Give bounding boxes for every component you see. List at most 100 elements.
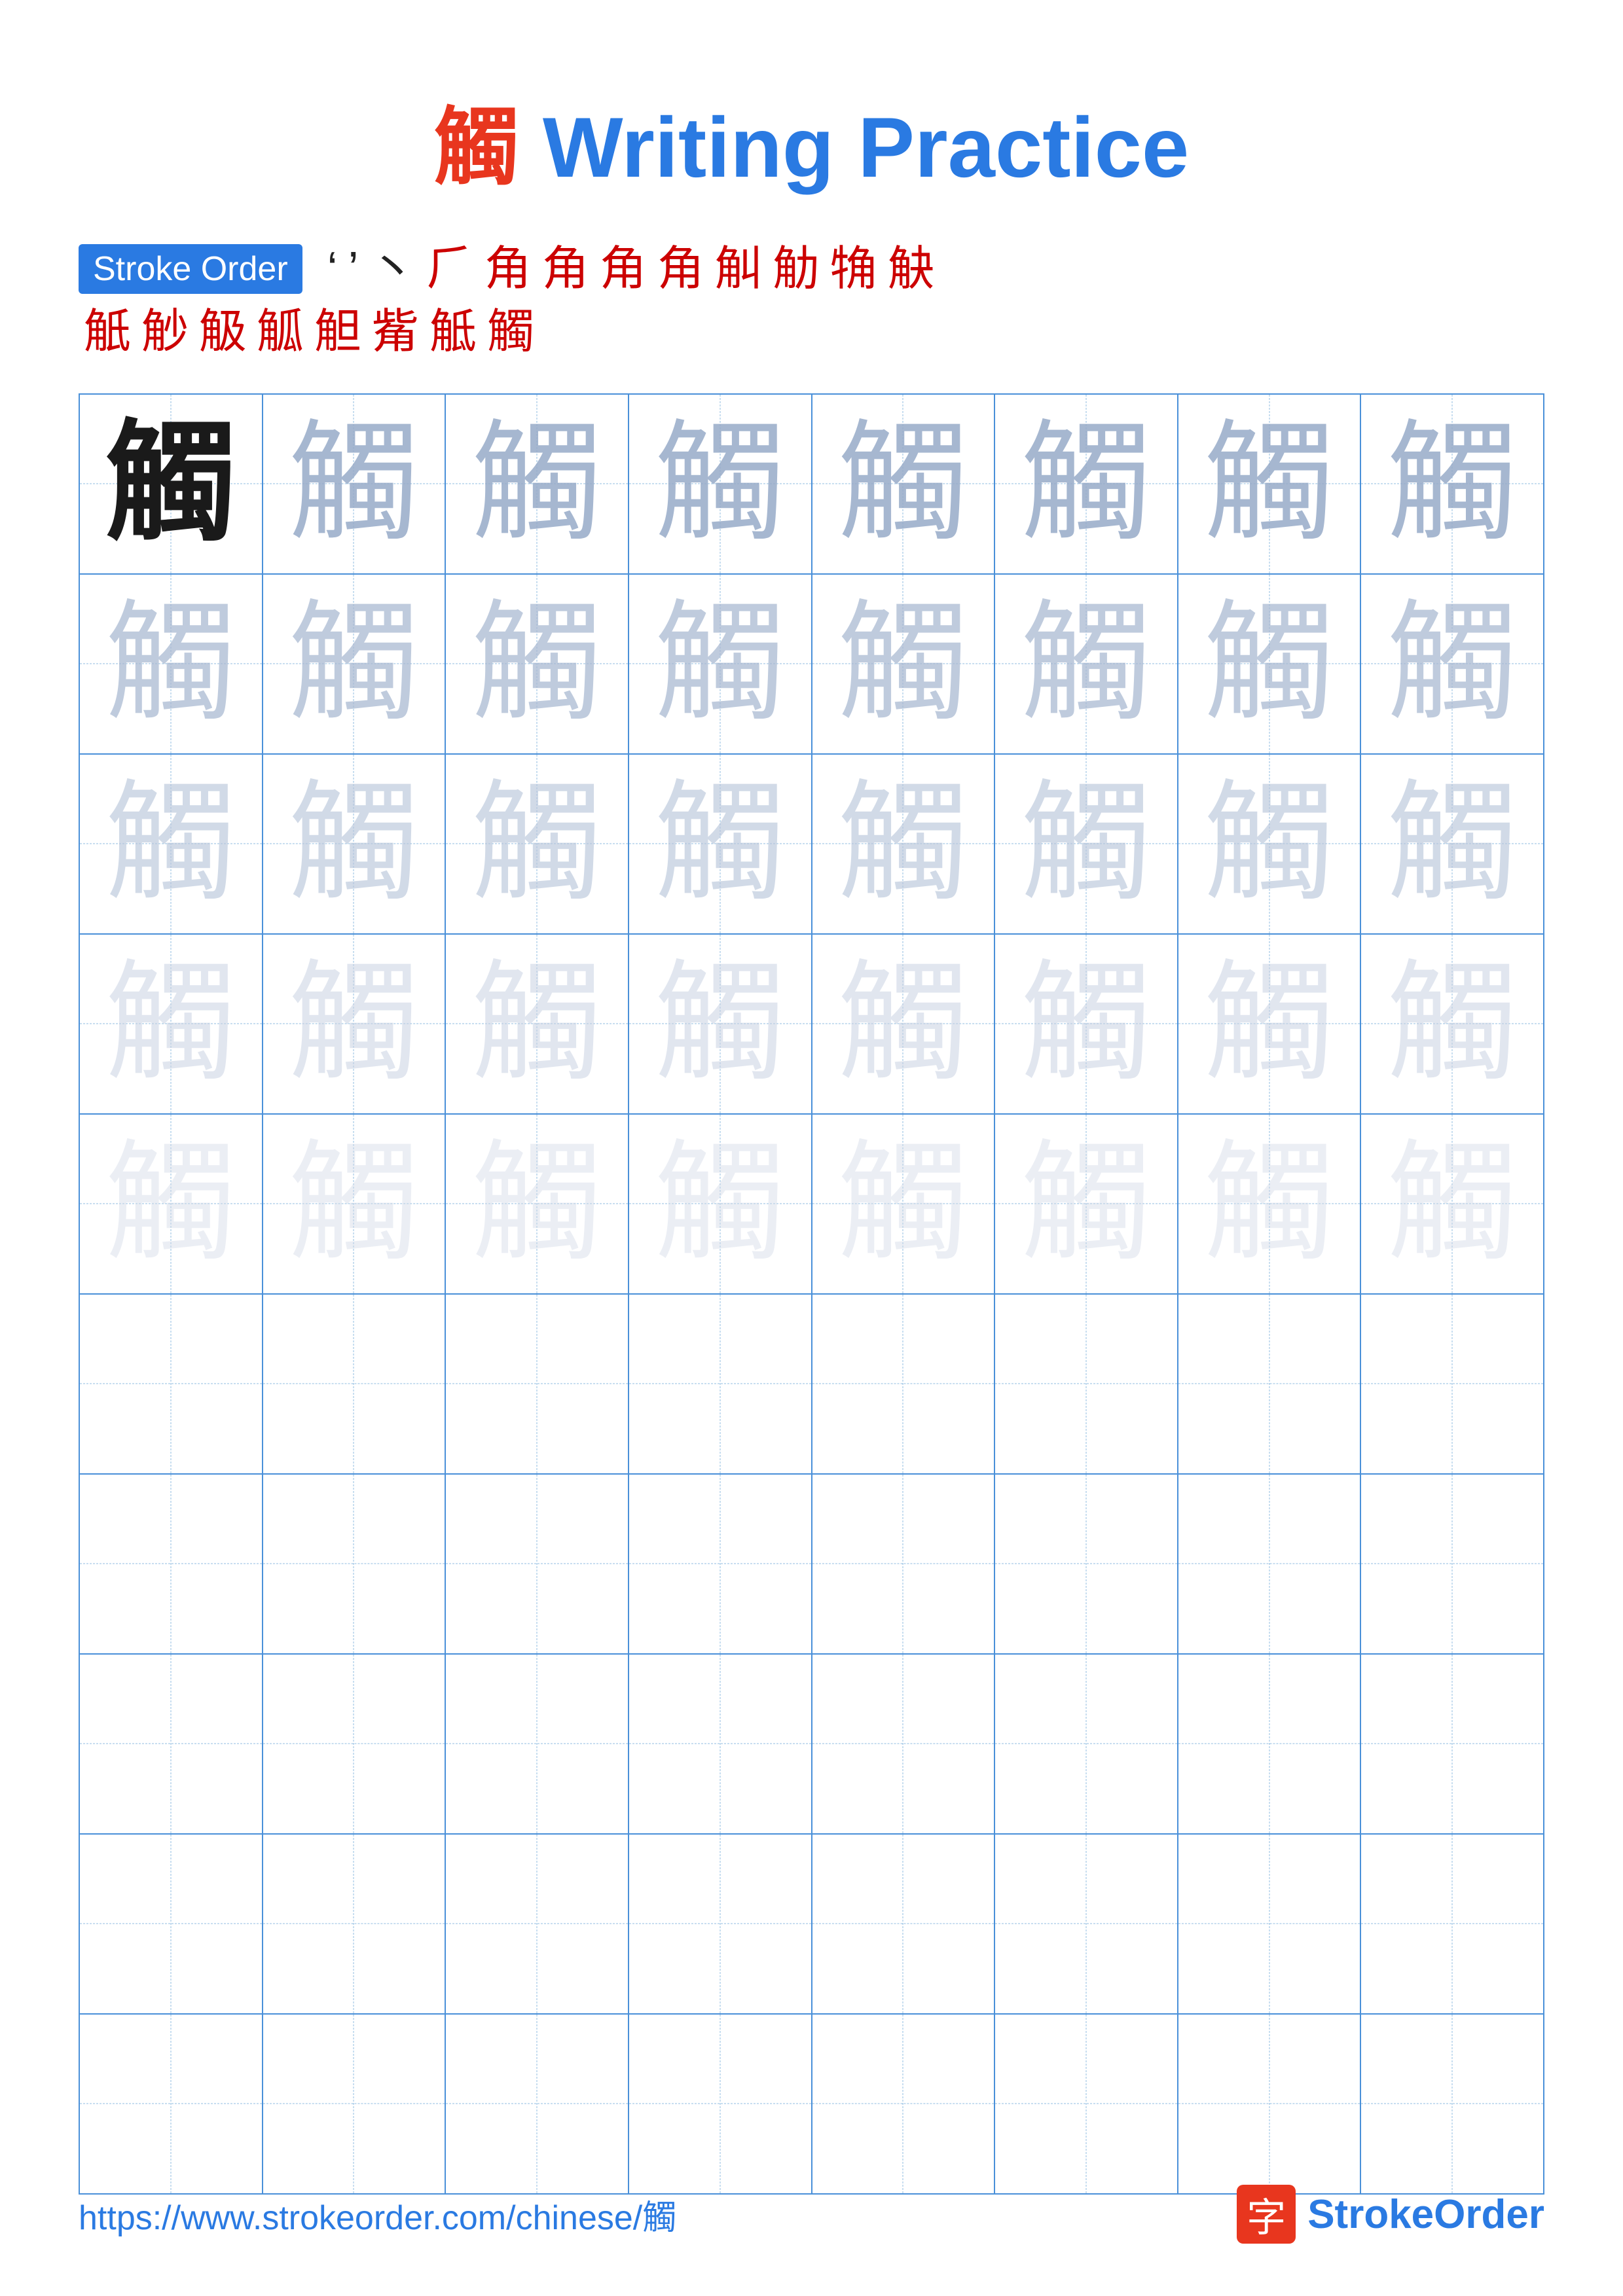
grid-cell-r10c4[interactable] [629,2015,812,2193]
grid-cell-r10c5[interactable] [812,2015,996,2193]
stroke-step-12: 觖 [888,241,935,297]
grid-cell-r3c5[interactable]: 觸 [812,755,996,933]
grid-cell-r3c4[interactable]: 觸 [629,755,812,933]
grid-cell-r3c2[interactable]: 觸 [263,755,447,933]
grid-cell-r6c5[interactable] [812,1295,996,1473]
practice-char: 觸 [1021,598,1152,729]
grid-cell-r1c1[interactable]: 觸 [80,395,263,573]
grid-cell-r3c3[interactable]: 觸 [446,755,629,933]
grid-cell-r9c8[interactable] [1361,1835,1543,2013]
grid-cell-r5c2[interactable]: 觸 [263,1115,447,1293]
stroke-step-3: 丶 [369,241,416,297]
grid-cell-r4c5[interactable]: 觸 [812,935,996,1113]
grid-cell-r2c6[interactable]: 觸 [995,575,1178,753]
title-text: Writing Practice [519,99,1189,195]
stroke-step-17: 觛 [314,304,361,360]
grid-cell-r7c3[interactable] [446,1475,629,1653]
practice-char: 觸 [1204,778,1335,909]
grid-cell-r4c2[interactable]: 觸 [263,935,447,1113]
grid-cell-r8c3[interactable] [446,1655,629,1833]
grid-cell-r10c8[interactable] [1361,2015,1543,2193]
grid-cell-r5c5[interactable]: 觸 [812,1115,996,1293]
grid-cell-r5c7[interactable]: 觸 [1178,1115,1362,1293]
grid-cell-r6c6[interactable] [995,1295,1178,1473]
footer-url[interactable]: https://www.strokeorder.com/chinese/觸 [79,2190,676,2239]
grid-cell-r8c1[interactable] [80,1655,263,1833]
practice-char: 觸 [288,598,419,729]
grid-cell-r3c7[interactable]: 觸 [1178,755,1362,933]
grid-cell-r4c8[interactable]: 觸 [1361,935,1543,1113]
grid-cell-r6c7[interactable] [1178,1295,1362,1473]
grid-cell-r8c7[interactable] [1178,1655,1362,1833]
grid-cell-r1c6[interactable]: 觸 [995,395,1178,573]
grid-cell-r9c6[interactable] [995,1835,1178,2013]
grid-cell-r2c7[interactable]: 觸 [1178,575,1362,753]
practice-char: 觸 [1204,418,1335,549]
grid-cell-r5c1[interactable]: 觸 [80,1115,263,1293]
practice-char: 觸 [288,418,419,549]
grid-cell-r9c4[interactable] [629,1835,812,2013]
grid-cell-r2c5[interactable]: 觸 [812,575,996,753]
grid-cell-r1c3[interactable]: 觸 [446,395,629,573]
grid-cell-r9c2[interactable] [263,1835,447,2013]
grid-cell-r4c7[interactable]: 觸 [1178,935,1362,1113]
grid-cell-r10c6[interactable] [995,2015,1178,2193]
grid-cell-r10c3[interactable] [446,2015,629,2193]
grid-cell-r10c7[interactable] [1178,2015,1362,2193]
grid-cell-r5c8[interactable]: 觸 [1361,1115,1543,1293]
grid-cell-r9c7[interactable] [1178,1835,1362,2013]
grid-cell-r3c8[interactable]: 觸 [1361,755,1543,933]
grid-cell-r4c6[interactable]: 觸 [995,935,1178,1113]
grid-cell-r7c7[interactable] [1178,1475,1362,1653]
grid-cell-r9c1[interactable] [80,1835,263,2013]
grid-cell-r8c8[interactable] [1361,1655,1543,1833]
grid-cell-r7c5[interactable] [812,1475,996,1653]
grid-cell-r7c1[interactable] [80,1475,263,1653]
grid-cell-r1c8[interactable]: 觸 [1361,395,1543,573]
practice-char: 觸 [105,1138,236,1269]
grid-cell-r7c6[interactable] [995,1475,1178,1653]
grid-cell-r2c2[interactable]: 觸 [263,575,447,753]
grid-cell-r8c6[interactable] [995,1655,1178,1833]
grid-cell-r3c1[interactable]: 觸 [80,755,263,933]
practice-char: 觸 [471,598,602,729]
grid-cell-r1c4[interactable]: 觸 [629,395,812,573]
grid-cell-r5c6[interactable]: 觸 [995,1115,1178,1293]
logo-text: StrokeOrder [1307,2191,1544,2238]
grid-cell-r6c3[interactable] [446,1295,629,1473]
grid-cell-r5c3[interactable]: 觸 [446,1115,629,1293]
grid-cell-r5c4[interactable]: 觸 [629,1115,812,1293]
grid-cell-r9c3[interactable] [446,1835,629,2013]
grid-cell-r8c5[interactable] [812,1655,996,1833]
practice-grid-container: 觸 觸 觸 觸 觸 觸 觸 觸 [0,393,1623,2195]
stroke-step-2: ’ [348,241,359,297]
practice-grid: 觸 觸 觸 觸 觸 觸 觸 觸 [79,393,1544,2195]
grid-cell-r10c2[interactable] [263,2015,447,2193]
example-char: 觸 [105,418,236,549]
grid-cell-r10c1[interactable] [80,2015,263,2193]
grid-cell-r3c6[interactable]: 觸 [995,755,1178,933]
grid-cell-r7c2[interactable] [263,1475,447,1653]
grid-cell-r2c8[interactable]: 觸 [1361,575,1543,753]
grid-cell-r6c8[interactable] [1361,1295,1543,1473]
practice-char: 觸 [1021,418,1152,549]
grid-cell-r4c4[interactable]: 觸 [629,935,812,1113]
grid-cell-r2c4[interactable]: 觸 [629,575,812,753]
grid-cell-r4c3[interactable]: 觸 [446,935,629,1113]
grid-cell-r8c4[interactable] [629,1655,812,1833]
grid-cell-r1c5[interactable]: 觸 [812,395,996,573]
grid-cell-r1c7[interactable]: 觸 [1178,395,1362,573]
grid-cell-r4c1[interactable]: 觸 [80,935,263,1113]
grid-cell-r6c1[interactable] [80,1295,263,1473]
grid-cell-r8c2[interactable] [263,1655,447,1833]
grid-cell-r1c2[interactable]: 觸 [263,395,447,573]
stroke-step-16: 觚 [257,304,304,360]
grid-cell-r6c2[interactable] [263,1295,447,1473]
grid-cell-r6c4[interactable] [629,1295,812,1473]
grid-cell-r2c1[interactable]: 觸 [80,575,263,753]
grid-cell-r7c4[interactable] [629,1475,812,1653]
grid-cell-r9c5[interactable] [812,1835,996,2013]
grid-cell-r2c3[interactable]: 觸 [446,575,629,753]
stroke-step-11: 觕 [830,241,877,297]
grid-cell-r7c8[interactable] [1361,1475,1543,1653]
